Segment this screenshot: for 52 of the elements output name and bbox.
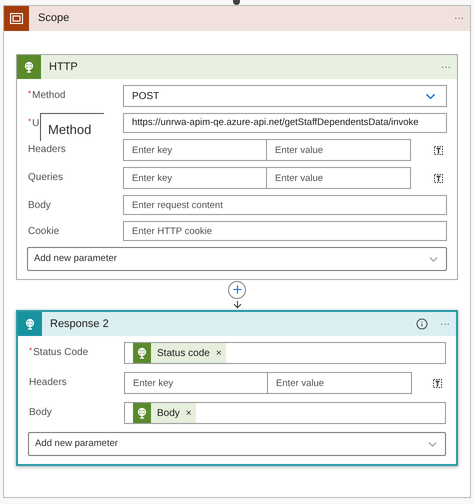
key-field[interactable]: Enter key [124, 372, 268, 394]
scope-title: Scope [38, 11, 70, 26]
table-icon[interactable] [432, 377, 443, 388]
uri-field[interactable]: https://unrwa-apim-qe.azure-api.net/getStaffDependentsData/invoke [123, 113, 447, 133]
info-icon[interactable] [416, 318, 428, 330]
field-label: Method [32, 89, 66, 103]
plus-icon [230, 283, 244, 296]
scope-header[interactable]: Scope ··· [4, 6, 470, 31]
more-button[interactable]: ··· [454, 11, 464, 26]
dynamic-content-token[interactable]: Body × [133, 403, 196, 423]
value-field[interactable]: Enter value [267, 139, 411, 161]
card-title: HTTP [49, 60, 79, 75]
add-step-button[interactable] [228, 280, 246, 298]
value-field[interactable]: Enter value [267, 167, 411, 189]
more-button[interactable]: ··· [440, 316, 450, 332]
arrow-down-icon [232, 298, 242, 310]
field-label: Body [29, 406, 52, 420]
field-label: Headers [29, 376, 67, 390]
globe-icon [136, 347, 148, 359]
field-label: Headers [28, 143, 66, 157]
add-parameter-dropdown[interactable]: Add new parameter [27, 247, 447, 271]
field-label: Body [28, 199, 51, 213]
required-mark: * [28, 116, 32, 128]
token-field[interactable]: Body × [124, 402, 446, 424]
card-header[interactable]: Response 2 ··· [18, 312, 456, 336]
required-mark: * [28, 88, 32, 100]
key-field[interactable]: Enter key [123, 167, 267, 189]
input-field[interactable]: Enter request content [123, 195, 447, 215]
table-icon[interactable] [433, 172, 444, 183]
globe-icon [24, 318, 36, 330]
required-mark: * [29, 345, 32, 357]
value-field[interactable]: Enter value [268, 372, 412, 394]
field-label: Cookie [28, 225, 60, 239]
add-parameter-dropdown[interactable]: Add new parameter [28, 432, 446, 456]
more-button[interactable]: ··· [441, 60, 451, 74]
remove-button[interactable]: × [186, 406, 196, 420]
card-title: Response 2 [50, 316, 110, 332]
remove-button[interactable]: × [216, 346, 226, 360]
tooltip: Method [40, 113, 104, 141]
field-label: Status Code [33, 346, 88, 360]
dynamic-content-token[interactable]: Status code × [133, 343, 226, 363]
card-header[interactable]: HTTP ··· [17, 55, 457, 79]
input-field[interactable]: Enter HTTP cookie [123, 221, 447, 241]
table-icon[interactable] [433, 144, 444, 155]
token-field[interactable]: Status code × [124, 342, 446, 364]
globe-icon [136, 407, 148, 419]
method-dropdown[interactable]: POST [123, 85, 447, 107]
field-label: U [32, 117, 40, 131]
key-field[interactable]: Enter key [123, 139, 267, 161]
scope-icon [10, 13, 23, 24]
globe-icon [23, 61, 35, 73]
field-label: Queries [28, 171, 64, 185]
